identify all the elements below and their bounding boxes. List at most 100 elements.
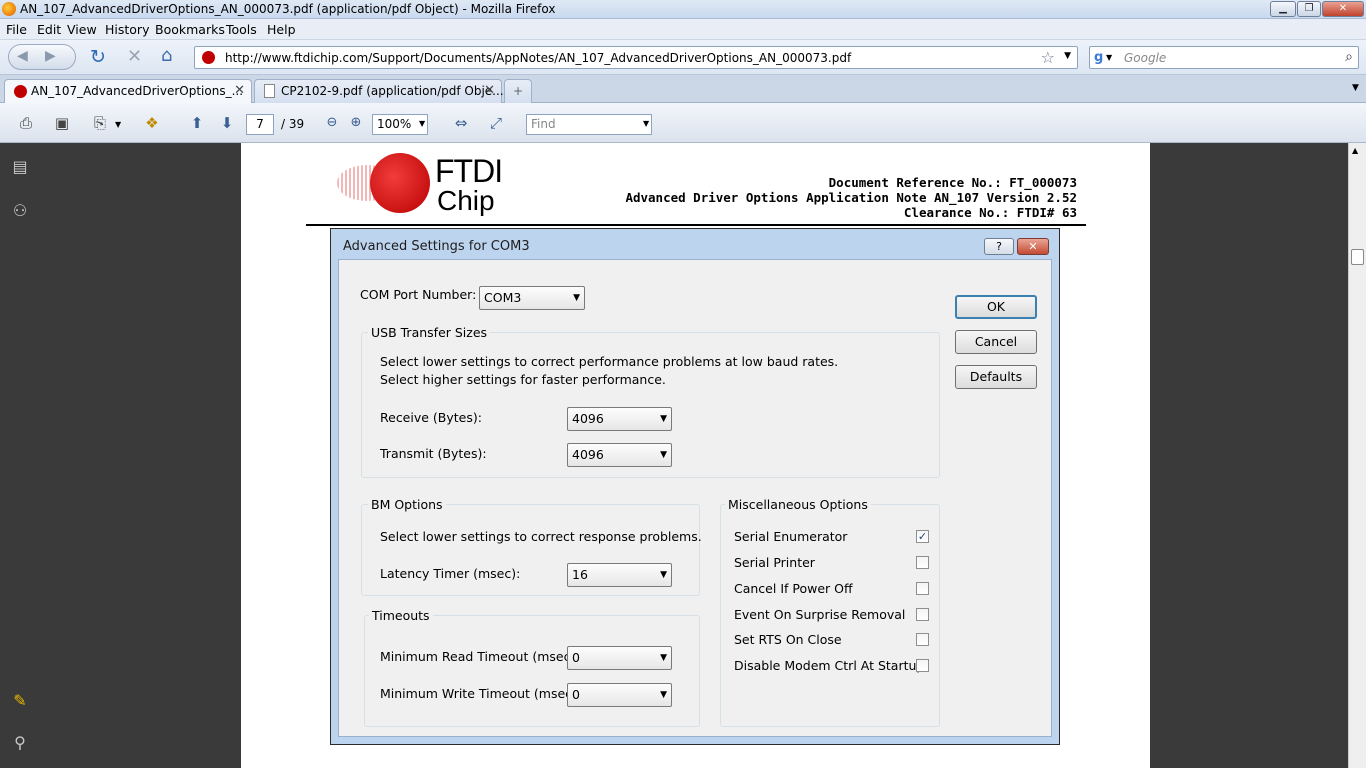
receive-select[interactable]: 4096 ▼	[567, 407, 672, 431]
menu-bookmarks[interactable]: Bookmarks	[155, 22, 225, 37]
binoculars-icon[interactable]: ⚇	[9, 201, 31, 223]
comments-icon[interactable]: ✎	[9, 691, 31, 713]
misc-option-label: Serial Enumerator	[734, 529, 848, 544]
minimize-button[interactable]: ▁	[1270, 1, 1296, 17]
zoom-dropdown-icon[interactable]: ▼	[419, 119, 425, 128]
com-port-select[interactable]: COM3 ▼	[479, 286, 585, 310]
tab-list-icon[interactable]: ▼	[1352, 83, 1359, 93]
com-port-value: COM3	[484, 290, 522, 305]
search-input[interactable]: Google	[1124, 51, 1166, 65]
timeouts-group-legend: Timeouts	[369, 608, 433, 623]
close-window-button[interactable]: ✕	[1322, 1, 1364, 17]
next-page-icon[interactable]: ⬇	[215, 112, 239, 134]
usb-group-legend: USB Transfer Sizes	[368, 325, 491, 340]
bm-note: Select lower settings to correct respons…	[380, 529, 702, 544]
new-tab-button[interactable]: +	[504, 79, 532, 103]
scroll-thumb[interactable]	[1351, 249, 1364, 265]
transmit-value: 4096	[572, 447, 604, 462]
bm-options-group: BM Options Select lower settings to corr…	[361, 497, 702, 596]
tab-label: AN_107_AdvancedDriverOptions_...	[31, 84, 244, 98]
google-icon[interactable]: g	[1094, 50, 1103, 65]
attachments-icon[interactable]: ⚲	[9, 733, 31, 755]
navigation-toolbar: ◀ ▶ ↻ ✕ ⌂ http://www.ftdichip.com/Suppor…	[0, 40, 1366, 75]
tab-close-icon[interactable]: ✕	[484, 83, 495, 98]
tab-cp2102[interactable]: CP2102-9.pdf (application/pdf Obje... ✕	[254, 79, 504, 103]
event-on-surprise-removal-checkbox[interactable]	[916, 608, 929, 621]
scroll-up-icon[interactable]: ▲	[1352, 146, 1358, 155]
misc-option-label: Set RTS On Close	[734, 632, 842, 647]
misc-option-label: Cancel If Power Off	[734, 581, 853, 596]
cancel-button[interactable]: Cancel	[955, 330, 1037, 354]
usb-note-2: Select higher settings for faster perfor…	[380, 372, 666, 387]
site-favicon-icon	[202, 51, 215, 64]
receive-label: Receive (Bytes):	[380, 410, 482, 425]
pdf-toolbar: ⎙ ▣ ⎘ ▼ ❖ ⬆ ⬇ 7 / 39 ⊖ ⊕ 100% ▼ ⇔ ⤢ Find…	[0, 103, 1366, 143]
search-bar[interactable]: g ▼ Google ⌕	[1089, 46, 1359, 69]
menu-file[interactable]: File	[6, 22, 27, 37]
chevron-down-icon: ▼	[660, 414, 667, 424]
search-engine-dropdown-icon[interactable]: ▼	[1106, 53, 1112, 62]
fit-page-icon[interactable]: ⤢	[484, 112, 508, 134]
read-timeout-select[interactable]: 0 ▼	[567, 646, 672, 670]
defaults-button[interactable]: Defaults	[955, 365, 1037, 389]
page-number-input[interactable]: 7	[246, 114, 274, 135]
misc-option-label: Event On Surprise Removal	[734, 607, 906, 622]
tab-close-icon[interactable]: ✕	[234, 83, 245, 98]
fit-width-icon[interactable]: ⇔	[449, 112, 473, 134]
tab-an107[interactable]: AN_107_AdvancedDriverOptions_... ✕	[4, 79, 252, 103]
forward-icon[interactable]: ▶	[45, 48, 56, 64]
logo-text-chip: Chip	[437, 185, 495, 216]
latency-value: 16	[572, 567, 588, 582]
disable-modem-ctrl-checkbox[interactable]	[916, 659, 929, 672]
url-bar[interactable]: http://www.ftdichip.com/Support/Document…	[194, 46, 1078, 69]
back-forward-buttons[interactable]: ◀ ▶	[8, 44, 76, 70]
latency-label: Latency Timer (msec):	[380, 566, 521, 581]
search-icon[interactable]: ⌕	[1345, 49, 1353, 65]
dialog-help-button[interactable]: ?	[984, 238, 1014, 255]
stop-icon[interactable]: ✕	[127, 46, 142, 67]
com-port-label: COM Port Number:	[360, 287, 477, 302]
menu-view[interactable]: View	[67, 22, 97, 37]
share-icon[interactable]: ⎘	[88, 112, 112, 134]
cancel-if-power-off-checkbox[interactable]	[916, 582, 929, 595]
zoom-in-icon[interactable]: ⊕	[344, 112, 368, 134]
collaborate-icon[interactable]: ❖	[140, 112, 164, 134]
print-icon[interactable]: ⎙	[14, 112, 38, 134]
menu-tools[interactable]: Tools	[226, 22, 257, 37]
firefox-icon	[2, 2, 16, 16]
serial-printer-checkbox[interactable]	[916, 556, 929, 569]
transmit-select[interactable]: 4096 ▼	[567, 443, 672, 467]
menu-edit[interactable]: Edit	[37, 22, 61, 37]
pages-icon[interactable]: ▤	[9, 157, 31, 179]
find-dropdown-icon[interactable]: ▼	[643, 119, 649, 128]
misc-options-group: Miscellaneous Options Serial Enumerator …	[720, 497, 940, 727]
serial-enumerator-checkbox[interactable]: ✓	[916, 530, 929, 543]
chevron-down-icon: ▼	[660, 570, 667, 580]
doc-clearance: Clearance No.: FTDI# 63	[903, 205, 1077, 220]
tab-bar: AN_107_AdvancedDriverOptions_... ✕ CP210…	[0, 75, 1366, 103]
write-timeout-select[interactable]: 0 ▼	[567, 683, 672, 707]
vertical-scrollbar[interactable]: ▲	[1348, 143, 1366, 768]
menu-help[interactable]: Help	[267, 22, 296, 37]
logo-circle-icon	[370, 153, 430, 213]
page-icon	[264, 84, 275, 98]
bookmark-star-icon[interactable]: ☆	[1041, 48, 1055, 67]
ok-button[interactable]: OK	[955, 295, 1037, 319]
dialog-close-button[interactable]: ✕	[1017, 238, 1049, 255]
doc-title: Advanced Driver Options Application Note…	[625, 190, 1077, 205]
url-dropdown-icon[interactable]: ▼	[1064, 51, 1071, 61]
find-input[interactable]: Find	[526, 114, 652, 135]
previous-page-icon[interactable]: ⬆	[185, 112, 209, 134]
url-text[interactable]: http://www.ftdichip.com/Support/Document…	[225, 51, 851, 65]
maximize-button[interactable]: ❐	[1297, 1, 1321, 17]
share-dropdown-icon[interactable]: ▼	[115, 120, 121, 129]
back-icon[interactable]: ◀	[17, 48, 28, 64]
zoom-out-icon[interactable]: ⊖	[320, 112, 344, 134]
reload-icon[interactable]: ↻	[90, 46, 106, 68]
write-timeout-label: Minimum Write Timeout (msec):	[380, 686, 582, 701]
menu-history[interactable]: History	[105, 22, 149, 37]
set-rts-on-close-checkbox[interactable]	[916, 633, 929, 646]
home-icon[interactable]: ⌂	[161, 45, 172, 66]
latency-select[interactable]: 16 ▼	[567, 563, 672, 587]
save-icon[interactable]: ▣	[50, 112, 74, 134]
